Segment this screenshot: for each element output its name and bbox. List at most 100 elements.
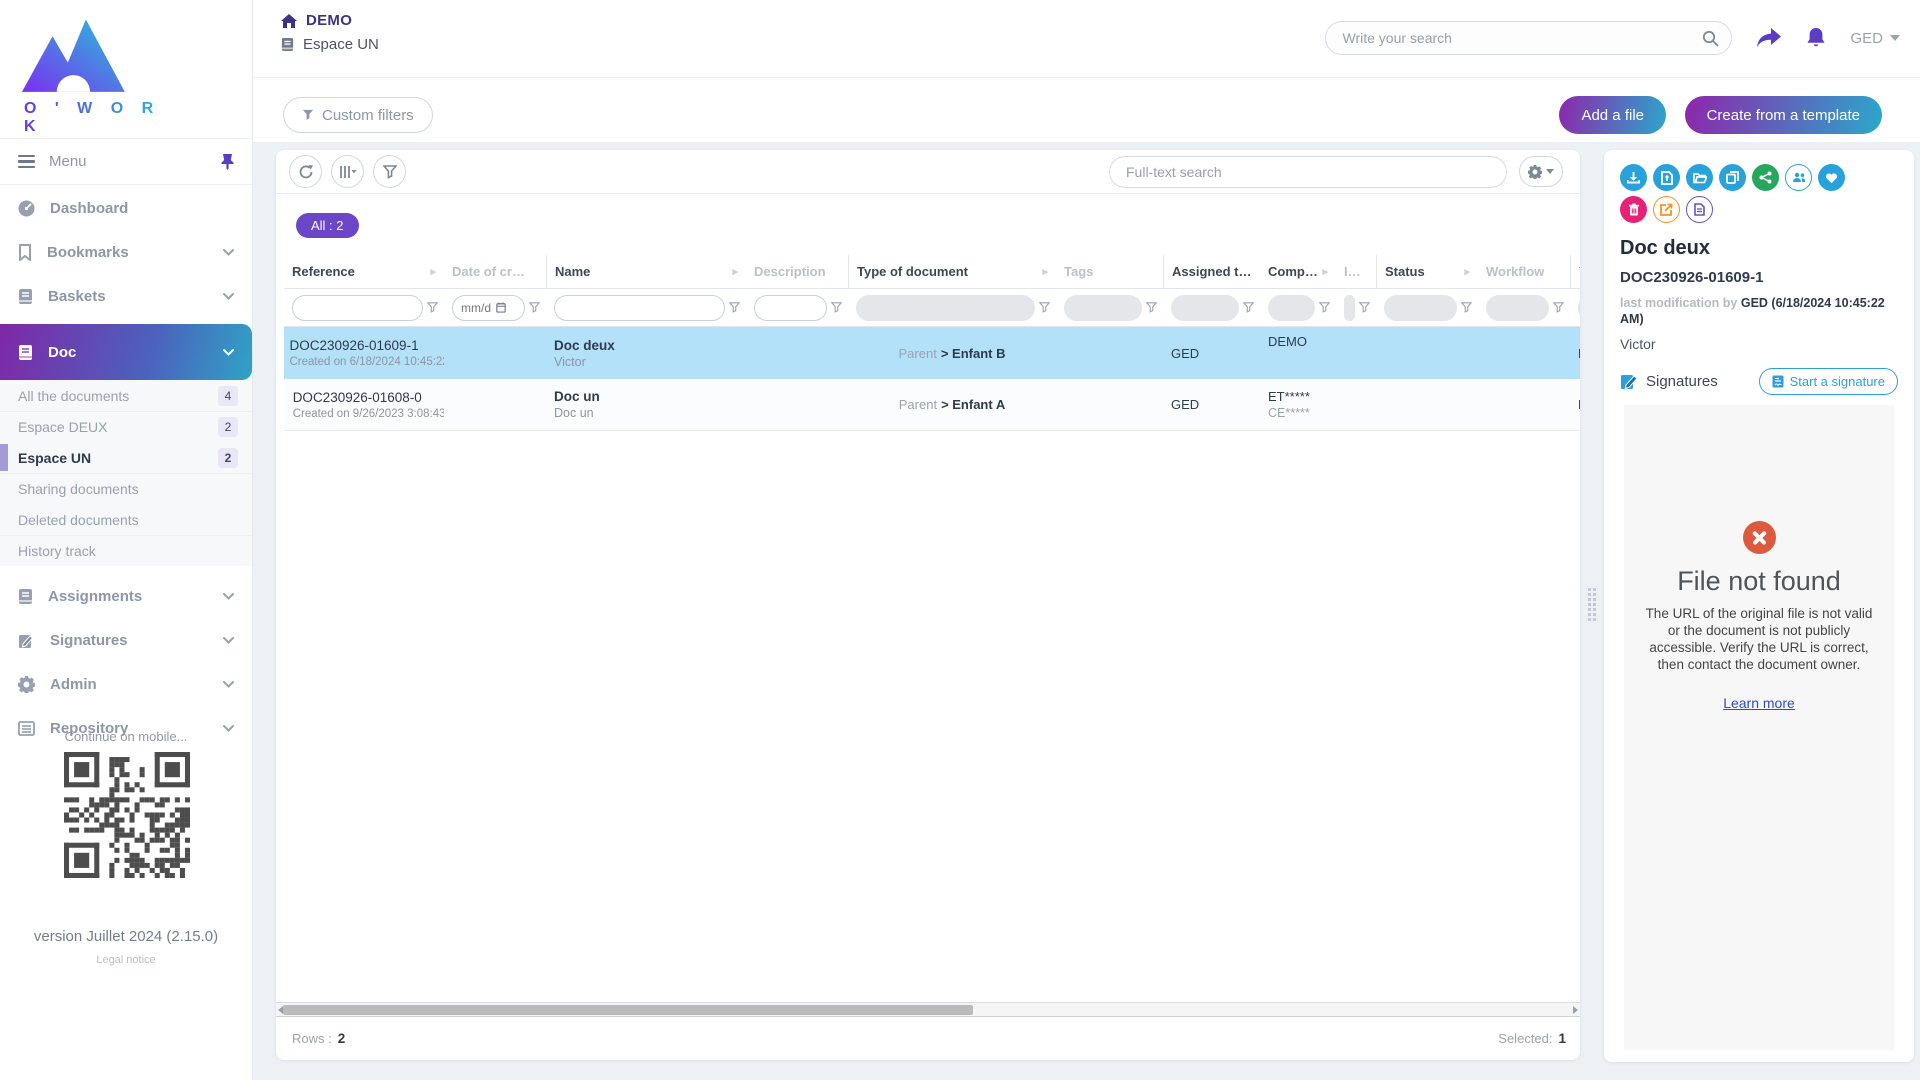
sidebar-item-signatures[interactable]: Signatures [0, 618, 252, 662]
hamburger-icon[interactable] [18, 155, 35, 168]
sidebar-item-baskets[interactable]: Baskets [0, 274, 252, 318]
funnel-icon[interactable] [1146, 302, 1157, 313]
date-filter-input[interactable]: mm/d [452, 295, 525, 321]
global-search-input[interactable] [1342, 30, 1702, 46]
tabs-row: All : 2 [276, 194, 1580, 255]
funnel-icon[interactable] [427, 302, 438, 313]
panel-resize-handle[interactable] [1588, 588, 1596, 621]
column-header-type[interactable]: Type of document▸ [848, 255, 1056, 288]
sidebar-item-dashboard[interactable]: Dashboard [0, 186, 252, 230]
horizontal-scrollbar[interactable] [276, 1002, 1580, 1017]
properties-document-icon[interactable] [1686, 196, 1713, 223]
funnel-icon[interactable] [529, 302, 540, 313]
search-icon[interactable] [1702, 30, 1719, 47]
tab-all[interactable]: All : 2 [296, 213, 359, 238]
count-badge: 2 [218, 448, 238, 468]
book-icon [18, 288, 33, 305]
column-header-date[interactable]: Date of cr… [444, 255, 546, 288]
column-header-i[interactable]: I… [1336, 255, 1376, 288]
filter-button[interactable] [373, 155, 406, 188]
sidebar-item-label: Dashboard [50, 200, 128, 217]
table-row[interactable]: w DOC230926-01609-1 Created on 6/18/2024… [284, 327, 1580, 379]
sidebar-item-espace-deux[interactable]: Espace DEUX 2 [0, 411, 252, 442]
column-header-name[interactable]: Name▸ [546, 255, 746, 288]
refresh-button[interactable] [289, 155, 322, 188]
bell-icon[interactable] [1806, 27, 1826, 50]
user-name: GED [1850, 30, 1883, 47]
column-header-reference[interactable]: Reference▸ [284, 255, 444, 288]
signatures-label: Signatures [1646, 373, 1718, 390]
sidebar-nav: Dashboard Bookmarks Baskets Doc [0, 186, 252, 750]
delete-trash-icon[interactable] [1620, 196, 1647, 223]
add-file-button[interactable]: Add a file [1559, 96, 1666, 134]
funnel-icon[interactable] [1243, 302, 1254, 313]
column-header-assigned[interactable]: Assigned t… [1163, 255, 1260, 288]
permissions-users-icon[interactable] [1785, 164, 1812, 191]
funnel-icon[interactable] [831, 302, 842, 313]
start-signature-button[interactable]: Start a signature [1759, 368, 1898, 395]
sidebar-item-history-track[interactable]: History track [0, 535, 252, 566]
document-preview: File not found The URL of the original f… [1624, 405, 1894, 1050]
download-icon[interactable] [1620, 164, 1647, 191]
favorite-heart-icon[interactable] [1818, 164, 1845, 191]
rows-label: Rows : [292, 1031, 332, 1046]
funnel-icon[interactable] [1359, 302, 1370, 313]
column-header-tags[interactable]: Tags [1056, 255, 1163, 288]
reference-filter-input[interactable] [292, 295, 423, 321]
column-header-description[interactable]: Description [746, 255, 848, 288]
add-version-icon[interactable] [1653, 164, 1680, 191]
type-filter-input [856, 295, 1035, 321]
create-from-template-button[interactable]: Create from a template [1685, 96, 1882, 134]
scroll-right-arrow[interactable] [1573, 1006, 1578, 1014]
signature-doc-icon [1620, 373, 1638, 390]
funnel-icon[interactable] [729, 302, 740, 313]
columns-button[interactable] [331, 155, 364, 188]
list-settings-button[interactable] [1519, 156, 1563, 187]
open-folder-icon[interactable] [1686, 164, 1713, 191]
fulltext-search[interactable] [1109, 156, 1507, 188]
share-icon[interactable] [1752, 164, 1779, 191]
table-row[interactable]: DOC230926-01608-0 Created on 9/26/2023 3… [284, 379, 1580, 431]
workspace-name[interactable]: DEMO [306, 12, 352, 29]
user-menu[interactable]: GED [1850, 30, 1900, 47]
sub-item-label: History track [18, 543, 96, 559]
sub-item-label: All the documents [18, 388, 129, 404]
sidebar-item-assignments[interactable]: Assignments [0, 574, 252, 618]
company-filter-input [1268, 295, 1315, 321]
global-search[interactable] [1325, 21, 1732, 55]
custom-filters-button[interactable]: Custom filters [283, 97, 433, 133]
signature-pen-icon [18, 632, 35, 649]
funnel-icon[interactable] [1553, 302, 1564, 313]
learn-more-link[interactable]: Learn more [1723, 695, 1795, 711]
gear-icon [18, 676, 35, 693]
column-header-status[interactable]: Status▸ [1376, 255, 1478, 288]
description-filter-input[interactable] [754, 295, 827, 321]
column-header-company[interactable]: Comp…▸ [1260, 255, 1336, 288]
sidebar-item-deleted-documents[interactable]: Deleted documents [0, 504, 252, 535]
sidebar-item-bookmarks[interactable]: Bookmarks [0, 230, 252, 274]
scrollbar-thumb[interactable] [283, 1005, 973, 1015]
y-filter-input [1578, 295, 1580, 321]
sidebar-item-doc[interactable]: Doc [0, 324, 252, 380]
space-name[interactable]: Espace UN [303, 36, 379, 53]
sidebar-item-all-documents[interactable]: All the documents 4 [0, 380, 252, 411]
share-forward-icon[interactable] [1756, 27, 1782, 49]
sidebar-item-sharing-documents[interactable]: Sharing documents [0, 473, 252, 504]
duplicate-icon[interactable] [1719, 164, 1746, 191]
pin-icon[interactable] [221, 154, 234, 170]
legal-notice-link[interactable]: Legal notice [0, 954, 252, 966]
document-name: Doc deux [554, 338, 738, 353]
sidebar: O ' W O R K Menu Dashboard Bookmarks [0, 0, 253, 1080]
sidebar-item-espace-un[interactable]: Espace UN 2 [0, 442, 252, 473]
count-badge: 2 [218, 417, 238, 437]
funnel-icon[interactable] [1039, 302, 1050, 313]
name-filter-input[interactable] [554, 295, 725, 321]
edit-external-icon[interactable] [1653, 196, 1680, 223]
funnel-icon[interactable] [1461, 302, 1472, 313]
topbar-actions: GED [1325, 21, 1900, 55]
sidebar-item-admin[interactable]: Admin [0, 662, 252, 706]
column-header-y[interactable]: Y… [1570, 255, 1580, 288]
column-header-workflow[interactable]: Workflow [1478, 255, 1570, 288]
funnel-icon[interactable] [1319, 302, 1330, 313]
fulltext-search-input[interactable] [1126, 164, 1490, 180]
